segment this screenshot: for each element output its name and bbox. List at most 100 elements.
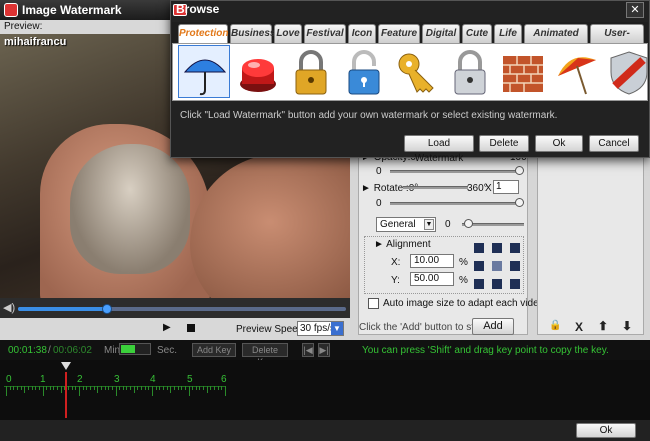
opacity-slider[interactable] xyxy=(390,170,520,173)
add-button[interactable]: Add xyxy=(472,318,514,335)
ruler-tick xyxy=(206,386,208,393)
speed-select[interactable]: 30 fps/s ▼ xyxy=(297,321,344,336)
move-down-icon[interactable]: ⬇ xyxy=(622,319,632,333)
padlock-blue-icon[interactable] xyxy=(337,45,389,98)
rotate-slider[interactable] xyxy=(403,186,468,189)
rotate-value-handle[interactable] xyxy=(515,198,524,207)
ruler-tick xyxy=(79,386,80,396)
ruler-tick xyxy=(221,386,223,390)
close-icon[interactable]: ✕ xyxy=(626,2,644,18)
auto-size-checkbox[interactable] xyxy=(368,298,379,309)
ruler-tick xyxy=(27,386,29,390)
ruler-tick xyxy=(31,386,33,390)
watermark-list[interactable] xyxy=(537,150,644,335)
scrub-handle[interactable] xyxy=(101,304,112,314)
shield-icon[interactable] xyxy=(602,45,650,98)
browse-ok-button[interactable]: Ok xyxy=(535,135,583,152)
y-position-field[interactable]: 50.00 xyxy=(410,272,454,286)
padlock-gold-icon[interactable] xyxy=(284,45,336,98)
tab-user-defined[interactable]: User-defined xyxy=(590,24,644,57)
auto-size-label: Auto image size to adapt each videos. xyxy=(383,298,552,309)
ruler-tick xyxy=(49,386,51,390)
load-watermark-button[interactable]: Load Watermark xyxy=(404,135,474,164)
delete-key-button[interactable]: Delete Key xyxy=(242,343,288,367)
stop-icon[interactable] xyxy=(187,324,195,332)
rotate-multiplier-field[interactable]: 1 xyxy=(493,180,519,194)
browse-title: Browse xyxy=(176,2,220,16)
ruler-tick xyxy=(137,386,139,390)
y-label: Y: xyxy=(391,275,400,286)
playhead-marker[interactable] xyxy=(61,362,71,370)
tab-business[interactable]: Business xyxy=(230,24,275,43)
ruler-tick xyxy=(130,386,132,390)
watermark-text[interactable]: mihaifrancu xyxy=(4,36,66,48)
preset-slider-handle[interactable] xyxy=(464,219,473,228)
ruler-tick xyxy=(38,386,40,390)
rotate-value: 0 xyxy=(376,198,382,209)
x-label: X: xyxy=(391,257,401,268)
rotate-x-label: X xyxy=(485,183,492,194)
move-up-icon[interactable]: ⬆ xyxy=(598,319,608,333)
alignment-label: ► Alignment xyxy=(374,239,431,250)
ruler-tick xyxy=(152,386,153,396)
tab-love[interactable]: Love xyxy=(274,24,302,43)
total-time: 00:06:02 xyxy=(53,345,92,356)
ruler-tick xyxy=(126,386,128,390)
ruler-tick xyxy=(166,386,168,390)
cancel-button[interactable]: Cancel xyxy=(589,135,639,152)
ruler-tick xyxy=(141,386,143,390)
tab-cute[interactable]: Cute xyxy=(462,24,492,43)
speed-label: Preview Speed: xyxy=(236,324,307,335)
remove-icon[interactable]: X xyxy=(575,320,583,334)
tab-icon[interactable]: Icon xyxy=(348,24,376,43)
add-key-button[interactable]: Add Key xyxy=(192,343,236,357)
prev-key-icon[interactable]: |◀ xyxy=(302,343,314,357)
playhead-line[interactable] xyxy=(65,372,67,418)
rotate-value-slider[interactable] xyxy=(390,202,520,205)
tab-feature[interactable]: Feature xyxy=(378,24,420,43)
tab-life[interactable]: Life xyxy=(494,24,522,43)
ruler-tick xyxy=(115,386,117,396)
ruler-tick xyxy=(144,386,146,390)
preset-select[interactable]: General ▼ xyxy=(376,217,436,232)
ruler-tick xyxy=(20,386,22,390)
ruler-tick xyxy=(210,386,212,390)
ruler-tick xyxy=(122,386,124,390)
ruler-tick xyxy=(108,386,110,390)
play-icon[interactable]: ▶ xyxy=(163,322,171,333)
ruler-label-1: 1 xyxy=(40,374,46,385)
alignment-grid[interactable] xyxy=(474,243,520,289)
ok-button[interactable]: Ok xyxy=(576,423,636,438)
ruler-label-5: 5 xyxy=(187,374,193,385)
ruler-tick xyxy=(75,386,77,390)
ruler-tick xyxy=(214,386,216,390)
red-button-icon[interactable] xyxy=(231,45,283,98)
umbrella-icon[interactable] xyxy=(178,45,230,98)
tab-digital[interactable]: Digital xyxy=(422,24,460,43)
tab-protection[interactable]: Protection xyxy=(178,24,228,44)
ruler-label-6: 6 xyxy=(221,374,227,385)
padlock-silver-icon[interactable] xyxy=(443,45,495,98)
ruler-tick xyxy=(155,386,157,390)
scrub-progress xyxy=(18,307,107,311)
ruler-tick xyxy=(16,386,18,390)
ruler-tick xyxy=(104,386,106,390)
delete-button[interactable]: Delete xyxy=(479,135,529,152)
ruler-label-4: 4 xyxy=(150,374,156,385)
ruler-tick xyxy=(225,386,226,396)
beach-umbrella-icon[interactable] xyxy=(549,45,601,98)
volume-icon[interactable]: ◀) xyxy=(3,301,15,314)
lock-icon[interactable]: 🔒 xyxy=(549,320,561,331)
tab-animated-gif[interactable]: Animated GIF xyxy=(524,24,588,57)
ruler-tick xyxy=(177,386,179,390)
current-time: 00:01:38 xyxy=(8,345,47,356)
x-position-field[interactable]: 10.00 xyxy=(410,254,454,268)
brick-wall-icon[interactable] xyxy=(496,45,548,98)
y-unit: % xyxy=(459,275,468,286)
tab-festival[interactable]: Festival xyxy=(304,24,346,43)
ruler-tick xyxy=(42,386,44,396)
next-key-icon[interactable]: ▶| xyxy=(318,343,330,357)
opacity-slider-handle[interactable] xyxy=(515,166,524,175)
ruler-tick xyxy=(170,386,172,393)
key-icon[interactable] xyxy=(390,45,442,98)
